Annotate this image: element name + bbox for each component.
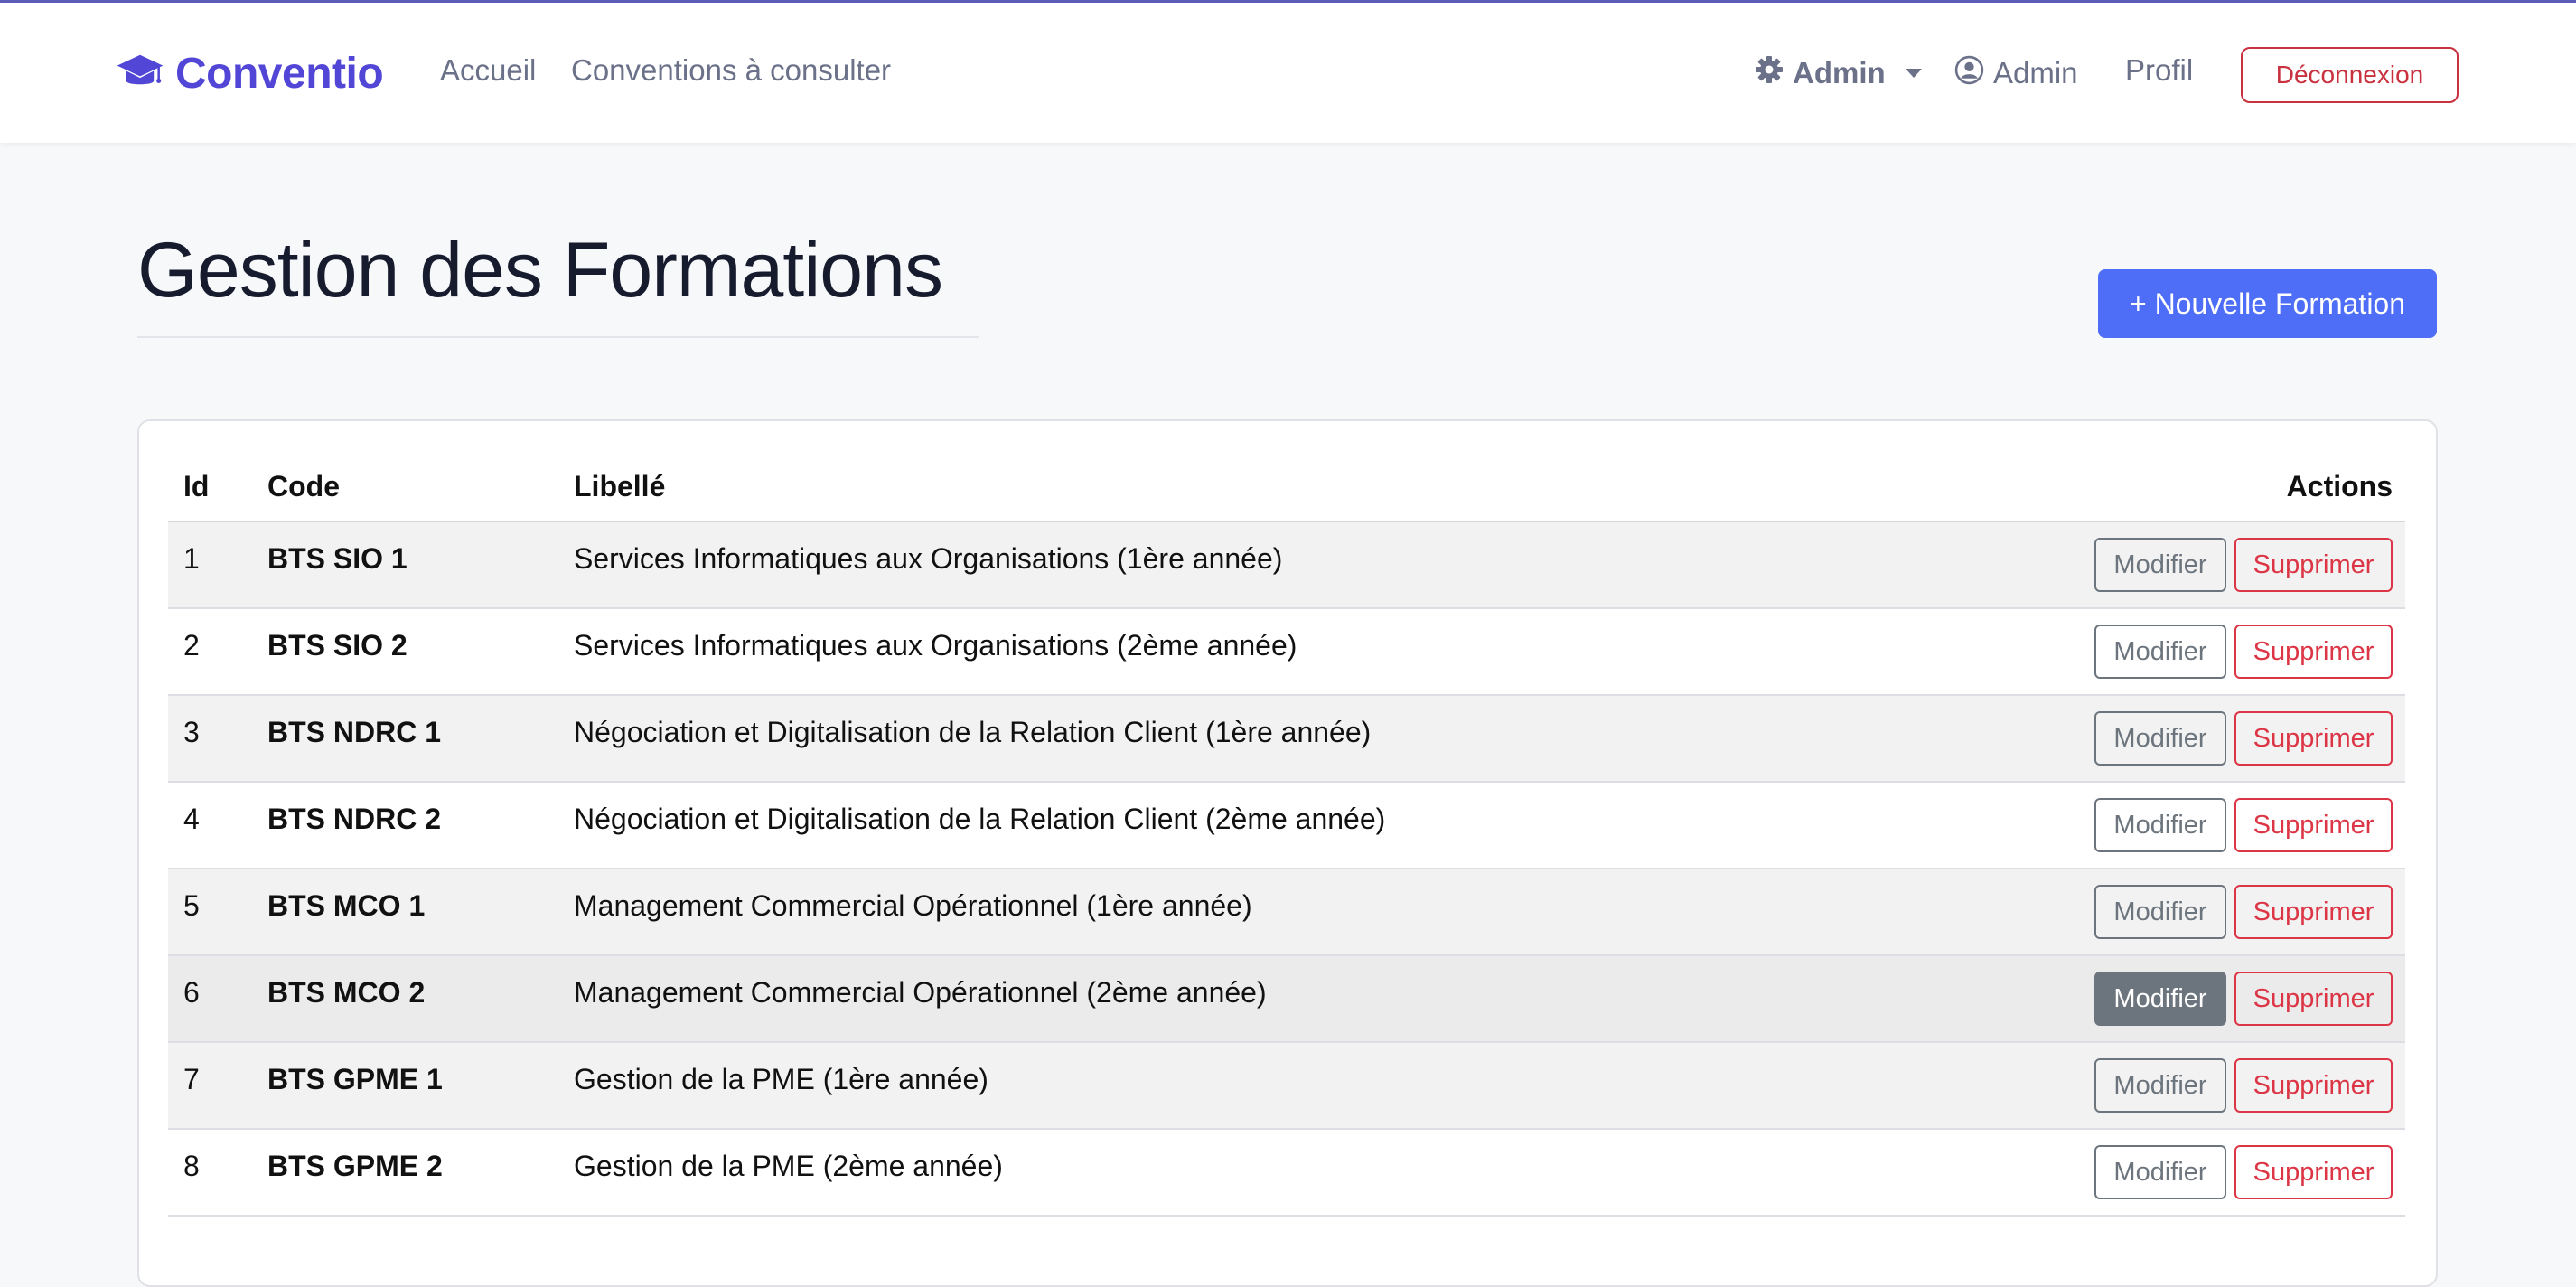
admin-dropdown[interactable]: Admin (1755, 50, 1922, 97)
brand-logo[interactable]: Conventio (116, 44, 384, 102)
edit-button[interactable]: Modifier (2094, 538, 2226, 592)
cell-id: 4 (183, 803, 200, 835)
cell-label: Négociation et Digitalisation de la Rela… (574, 803, 1386, 835)
table-row: 4 BTS NDRC 2 Négociation et Digitalisati… (168, 783, 2405, 869)
delete-button[interactable]: Supprimer (2234, 1145, 2393, 1199)
cell-code: BTS NDRC 2 (267, 803, 442, 835)
cell-code: BTS MCO 1 (267, 889, 426, 922)
cell-label: Négociation et Digitalisation de la Rela… (574, 716, 1372, 748)
admin-dropdown-label: Admin (1793, 56, 1886, 89)
edit-button[interactable]: Modifier (2094, 885, 2226, 939)
nav-link-conventions[interactable]: Conventions à consulter (571, 53, 891, 88)
cell-label: Management Commercial Opérationnel (1ère… (574, 889, 1252, 922)
formations-table: Id Code Libellé Actions 1 BTS SIO 1 Serv… (168, 452, 2405, 1217)
delete-button[interactable]: Supprimer (2234, 798, 2393, 852)
nav-link-profil[interactable]: Profil (2125, 53, 2193, 88)
header-code: Code (267, 470, 340, 503)
user-menu[interactable]: Admin (1954, 50, 2078, 97)
table-row: 8 BTS GPME 2 Gestion de la PME (2ème ann… (168, 1130, 2405, 1217)
header-actions: Actions (2286, 470, 2393, 503)
delete-button[interactable]: Supprimer (2234, 711, 2393, 766)
delete-button[interactable]: Supprimer (2234, 885, 2393, 939)
cell-label: Management Commercial Opérationnel (2ème… (574, 976, 1267, 1009)
delete-button[interactable]: Supprimer (2234, 972, 2393, 1026)
gear-icon (1755, 55, 1784, 91)
table-row: 1 BTS SIO 1 Services Informatiques aux O… (168, 522, 2405, 609)
cell-code: BTS GPME 2 (267, 1150, 443, 1182)
table-row: 7 BTS GPME 1 Gestion de la PME (1ère ann… (168, 1043, 2405, 1130)
cell-label: Gestion de la PME (1ère année) (574, 1063, 988, 1095)
cell-code: BTS MCO 2 (267, 976, 426, 1009)
cell-code: BTS SIO 1 (267, 542, 407, 575)
cell-code: BTS NDRC 1 (267, 716, 442, 748)
chevron-down-icon (1905, 69, 1922, 78)
table-header: Id Code Libellé Actions (168, 452, 2405, 522)
user-name: Admin (1993, 56, 2078, 89)
table-row: 3 BTS NDRC 1 Négociation et Digitalisati… (168, 696, 2405, 783)
navbar: Conventio Accueil Conventions à consulte… (0, 0, 2576, 143)
delete-button[interactable]: Supprimer (2234, 1058, 2393, 1113)
cell-label: Services Informatiques aux Organisations… (574, 629, 1297, 662)
delete-button[interactable]: Supprimer (2234, 538, 2393, 592)
table-row: 6 BTS MCO 2 Management Commercial Opérat… (168, 956, 2405, 1043)
new-formation-button[interactable]: + Nouvelle Formation (2098, 269, 2437, 338)
edit-button[interactable]: Modifier (2094, 798, 2226, 852)
edit-button[interactable]: Modifier (2094, 1058, 2226, 1113)
brand-name: Conventio (175, 49, 384, 98)
header-label: Libellé (574, 470, 666, 503)
edit-button[interactable]: Modifier (2094, 625, 2226, 679)
graduation-cap-icon (116, 49, 164, 98)
cell-id: 5 (183, 889, 200, 922)
user-circle-icon (1954, 55, 1984, 92)
edit-button[interactable]: Modifier (2094, 1145, 2226, 1199)
cell-id: 8 (183, 1150, 200, 1182)
delete-button[interactable]: Supprimer (2234, 625, 2393, 679)
cell-id: 2 (183, 629, 200, 662)
table-row: 5 BTS MCO 1 Management Commercial Opérat… (168, 869, 2405, 956)
cell-id: 6 (183, 976, 200, 1009)
cell-label: Services Informatiques aux Organisations… (574, 542, 1283, 575)
table-row: 2 BTS SIO 2 Services Informatiques aux O… (168, 609, 2405, 696)
cell-code: BTS SIO 2 (267, 629, 407, 662)
cell-id: 3 (183, 716, 200, 748)
cell-id: 7 (183, 1063, 200, 1095)
page-title: Gestion des Formations (137, 227, 943, 314)
edit-button[interactable]: Modifier (2094, 711, 2226, 766)
nav-link-accueil[interactable]: Accueil (440, 53, 536, 88)
edit-button[interactable]: Modifier (2094, 972, 2226, 1026)
cell-code: BTS GPME 1 (267, 1063, 443, 1095)
cell-label: Gestion de la PME (2ème année) (574, 1150, 1003, 1182)
logout-button[interactable]: Déconnexion (2241, 47, 2459, 103)
header-id: Id (183, 470, 210, 503)
title-divider (137, 336, 979, 338)
cell-id: 1 (183, 542, 200, 575)
